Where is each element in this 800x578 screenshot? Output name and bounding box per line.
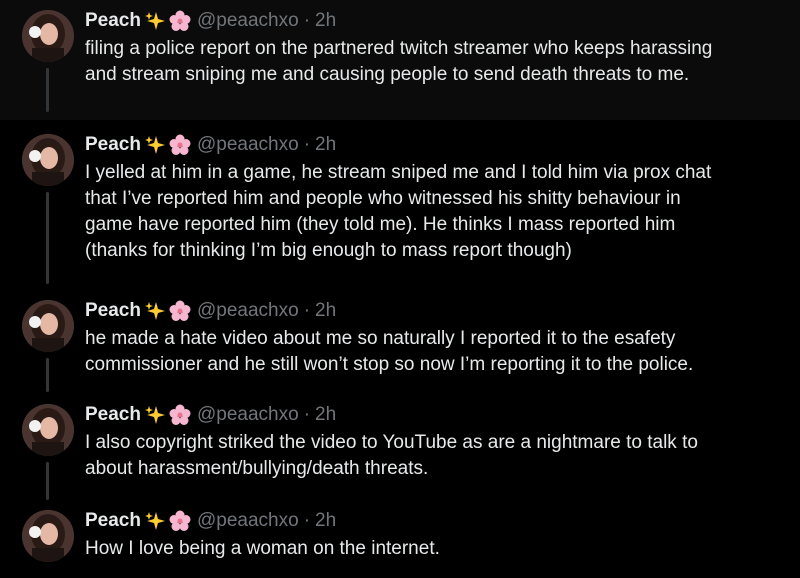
tweet-text: he made a hate video about me so natural…	[85, 328, 694, 375]
cherry-blossom-icon	[169, 300, 191, 322]
sparkles-icon	[144, 510, 166, 532]
display-name[interactable]: Peach	[85, 134, 141, 156]
display-name[interactable]: Peach	[85, 300, 141, 322]
thread-connector	[46, 192, 49, 284]
user-handle[interactable]: @peaachxo	[197, 10, 299, 32]
user-handle[interactable]: @peaachxo	[197, 134, 299, 156]
avatar[interactable]	[22, 404, 74, 456]
tweet-header: Peach @peaachxo · 2h	[85, 132, 336, 158]
sparkles-icon	[144, 134, 166, 156]
user-handle[interactable]: @peaachxo	[197, 404, 299, 426]
sparkles-icon	[144, 404, 166, 426]
timestamp[interactable]: 2h	[315, 510, 336, 532]
tweet-header: Peach @peaachxo · 2h	[85, 402, 336, 428]
cherry-blossom-icon	[169, 10, 191, 32]
timestamp[interactable]: 2h	[315, 404, 336, 426]
cherry-blossom-icon	[169, 510, 191, 532]
tweet-text: I yelled at him in a game, he stream sni…	[85, 162, 712, 261]
cherry-blossom-icon	[169, 404, 191, 426]
tweet[interactable]: Peach @peaachxo · 2h How I love being a …	[0, 500, 800, 578]
sparkles-icon	[144, 300, 166, 322]
thread-connector	[46, 68, 49, 112]
avatar[interactable]	[22, 134, 74, 186]
thread-connector	[46, 462, 49, 500]
tweet[interactable]: Peach @peaachxo · 2h filing a police rep…	[0, 0, 800, 120]
tweet-text: How I love being a woman on the internet…	[85, 538, 440, 559]
timestamp[interactable]: 2h	[315, 134, 336, 156]
tweet-header: Peach @peaachxo · 2h	[85, 8, 336, 34]
display-name[interactable]: Peach	[85, 10, 141, 32]
tweet-header: Peach @peaachxo · 2h	[85, 298, 336, 324]
user-handle[interactable]: @peaachxo	[197, 510, 299, 532]
avatar[interactable]	[22, 510, 74, 562]
display-name[interactable]: Peach	[85, 404, 141, 426]
tweet-header: Peach @peaachxo · 2h	[85, 508, 336, 534]
cherry-blossom-icon	[169, 134, 191, 156]
separator-dot: ·	[303, 404, 311, 425]
separator-dot: ·	[303, 300, 311, 321]
timestamp[interactable]: 2h	[315, 10, 336, 32]
tweet[interactable]: Peach @peaachxo · 2h I yelled at him in …	[0, 124, 800, 292]
separator-dot: ·	[303, 134, 311, 155]
avatar[interactable]	[22, 10, 74, 62]
sparkles-icon	[144, 10, 166, 32]
tweet[interactable]: Peach @peaachxo · 2h he made a hate vide…	[0, 290, 800, 398]
tweet-thread: Peach @peaachxo · 2h filing a police rep…	[0, 0, 800, 578]
timestamp[interactable]: 2h	[315, 300, 336, 322]
display-name[interactable]: Peach	[85, 510, 141, 532]
separator-dot: ·	[303, 10, 311, 31]
separator-dot: ·	[303, 510, 311, 531]
user-handle[interactable]: @peaachxo	[197, 300, 299, 322]
tweet-text: filing a police report on the partnered …	[85, 38, 713, 85]
avatar[interactable]	[22, 300, 74, 352]
tweet[interactable]: Peach @peaachxo · 2h I also copyright st…	[0, 394, 800, 502]
thread-connector	[46, 358, 49, 392]
tweet-text: I also copyright striked the video to Yo…	[85, 432, 698, 479]
